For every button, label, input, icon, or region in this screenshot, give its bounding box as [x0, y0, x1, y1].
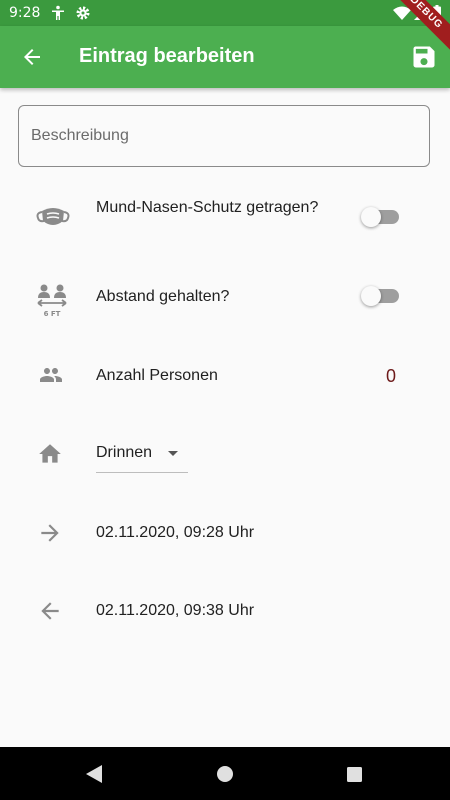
social-distance-icon: 6 FT	[37, 284, 67, 317]
page-title: Eintrag bearbeiten	[79, 45, 255, 67]
app-bar: Eintrag bearbeiten	[0, 26, 450, 88]
home-icon	[39, 444, 61, 463]
distance-switch-thumb	[361, 286, 381, 306]
nav-home-icon[interactable]	[217, 766, 233, 782]
status-time: 9:28	[9, 5, 41, 21]
save-icon[interactable]	[410, 43, 438, 71]
accessibility-icon	[52, 5, 64, 20]
persons-label: Anzahl Personen	[96, 367, 218, 384]
face-mask-icon	[36, 208, 70, 225]
arrival-time[interactable]: 02.11.2020, 09:28 Uhr	[96, 523, 254, 543]
distance-label: Abstand gehalten?	[96, 288, 230, 305]
mask-switch[interactable]	[361, 207, 401, 227]
svg-text:6 FT: 6 FT	[44, 310, 61, 317]
nav-recents-icon[interactable]	[347, 767, 362, 782]
people-icon	[40, 368, 62, 382]
distance-switch[interactable]	[361, 286, 401, 306]
location-selected: Drinnen	[96, 444, 153, 461]
dropdown-arrow-icon	[168, 451, 178, 456]
mask-switch-thumb	[361, 207, 381, 227]
back-arrow-icon[interactable]	[20, 45, 44, 69]
mask-label: Mund-Nasen-Schutz getragen?	[96, 199, 319, 216]
settings-gear-icon	[76, 6, 90, 20]
departure-time[interactable]: 02.11.2020, 09:38 Uhr	[96, 601, 254, 621]
location-dropdown[interactable]: Drinnen	[96, 438, 188, 473]
persons-count[interactable]: 0	[386, 366, 396, 387]
system-nav-bar	[0, 747, 450, 800]
description-input[interactable]	[18, 105, 430, 167]
status-bar: 9:28	[0, 0, 450, 26]
arrow-back-icon	[41, 602, 59, 620]
arrow-forward-icon	[41, 524, 59, 542]
nav-back-icon[interactable]	[86, 765, 102, 783]
